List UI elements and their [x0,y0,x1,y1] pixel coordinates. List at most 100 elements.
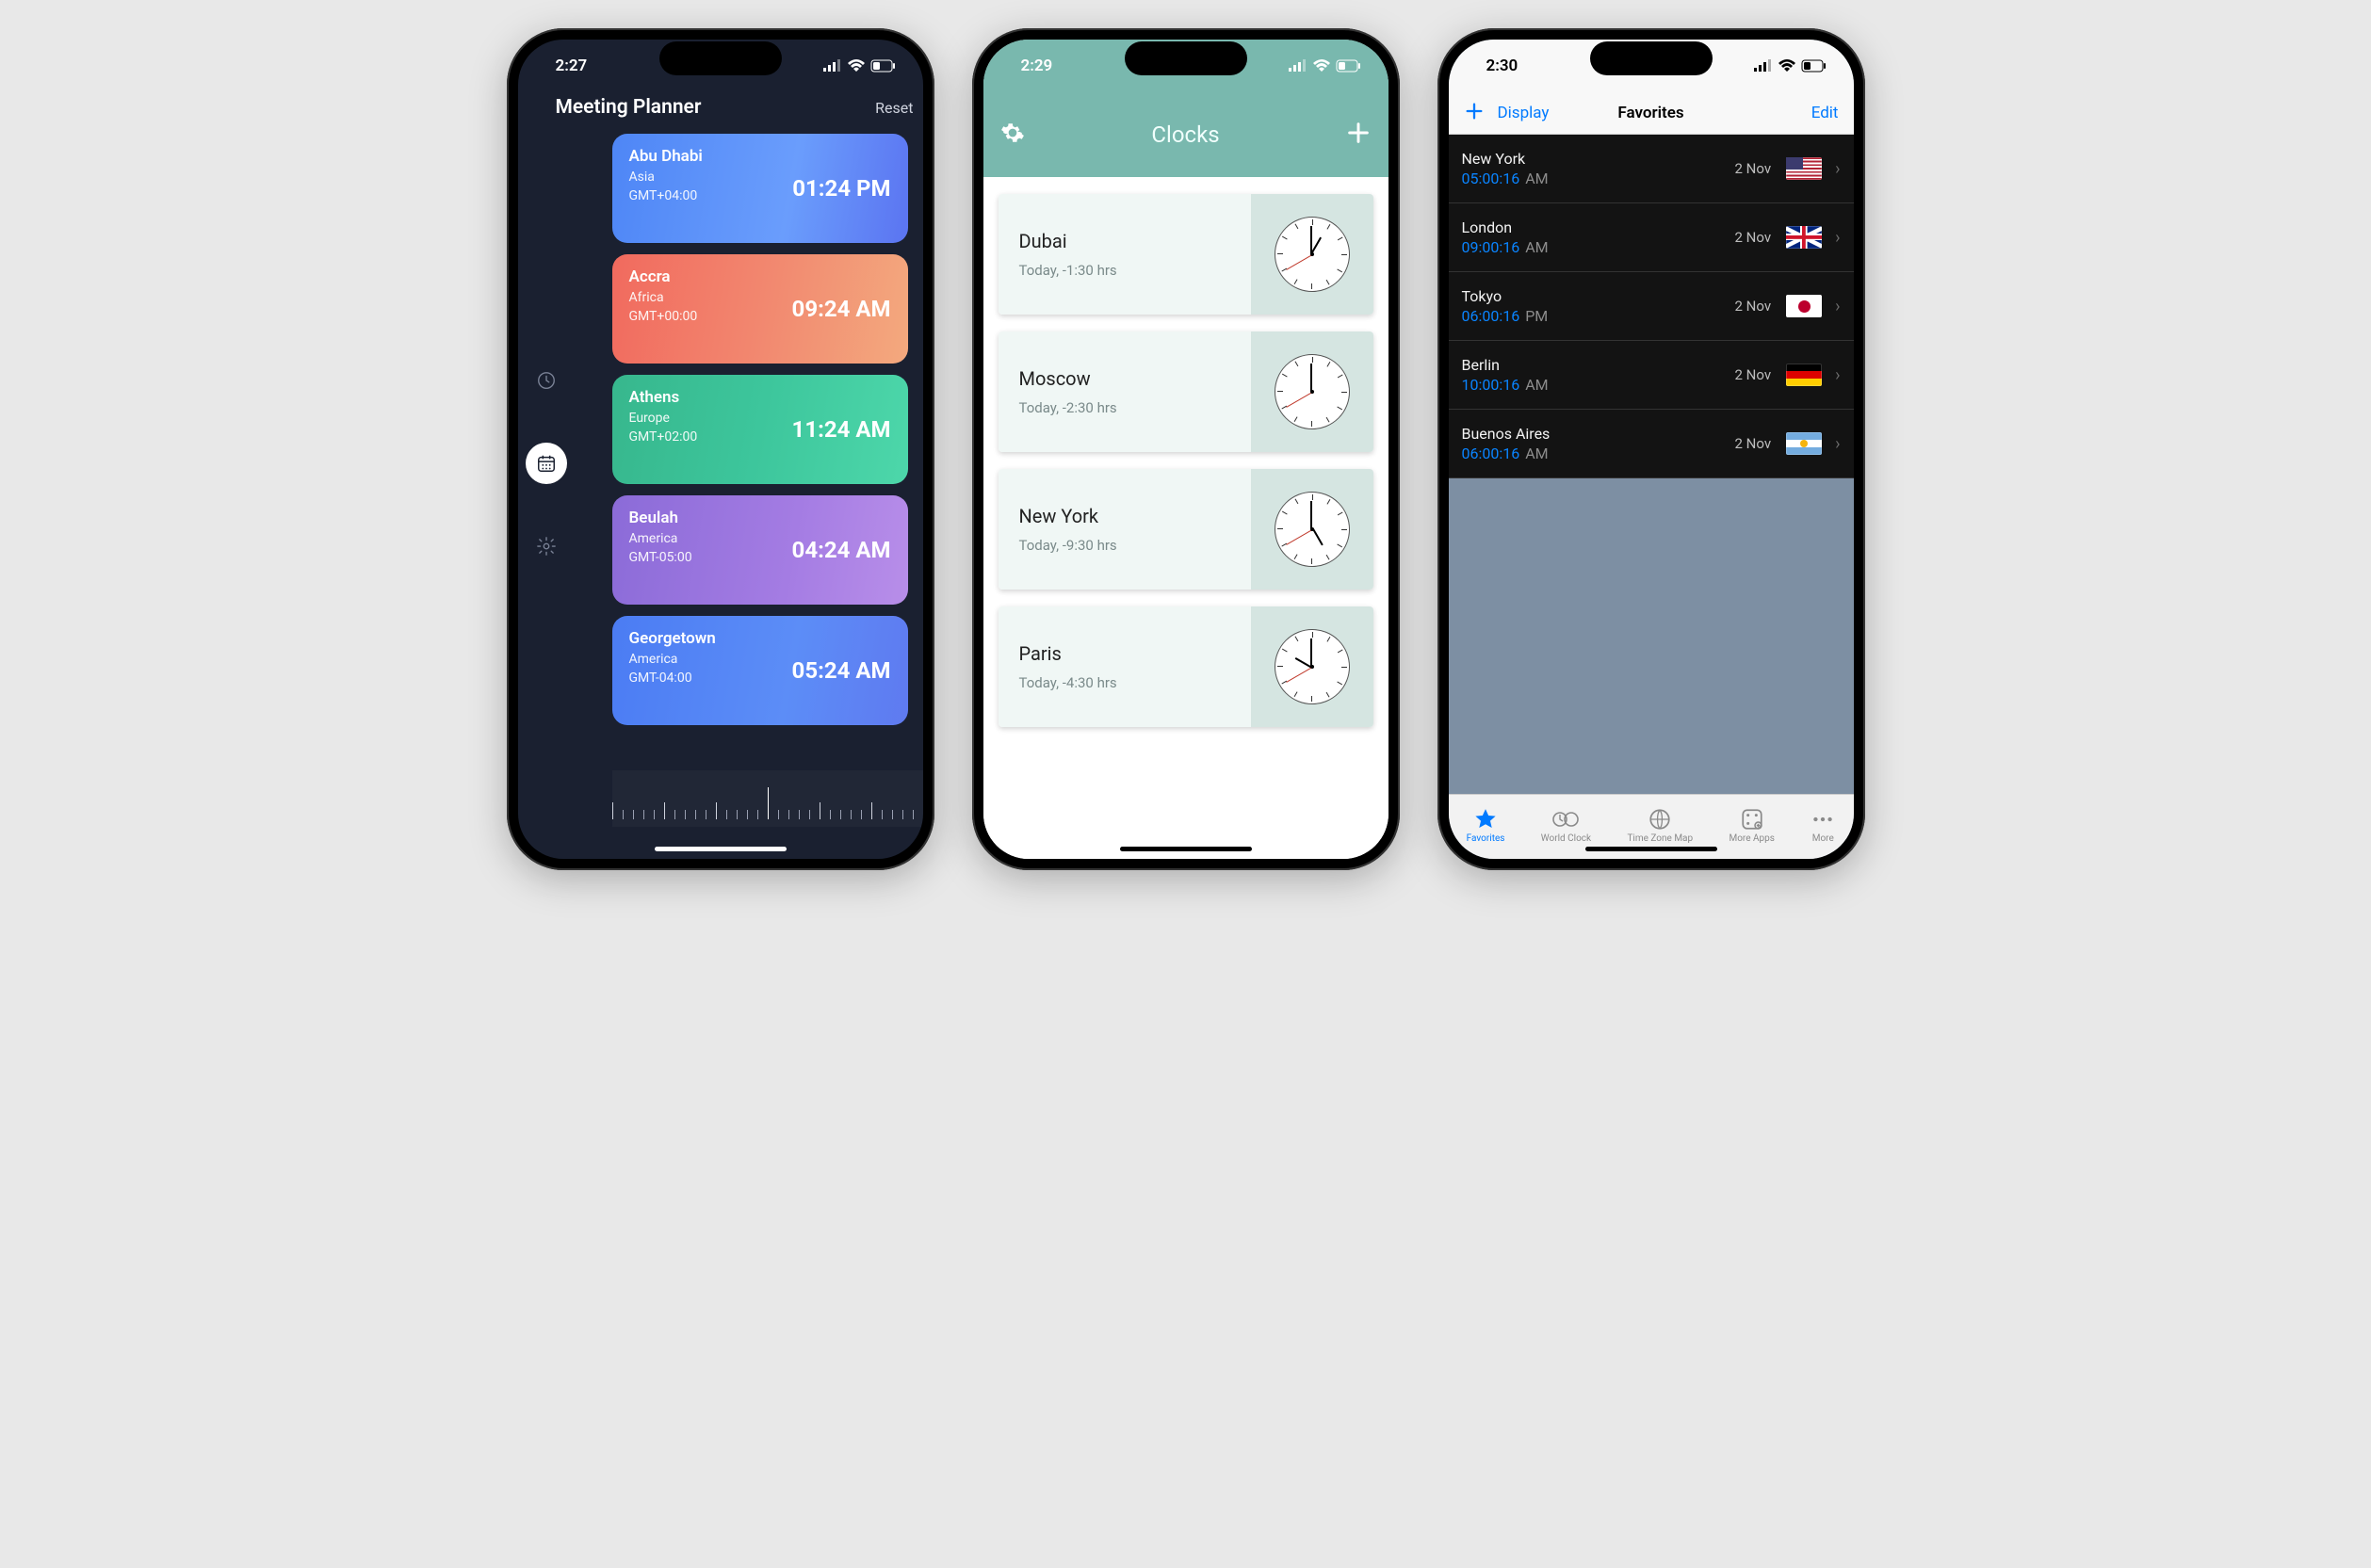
city-card-list: Abu DhabiAsiaGMT+04:0001:24 PM AccraAfric… [575,134,908,725]
nav-settings-button[interactable] [526,525,567,567]
tab-time-zone-map[interactable]: Time Zone Map [1627,807,1693,844]
clock-icon [536,370,557,391]
battery-icon [1801,59,1827,73]
tab-favorites[interactable]: Favorites [1467,807,1505,844]
status-time: 2:29 [1021,57,1053,75]
tab-more-apps[interactable]: More Apps [1729,807,1774,844]
status-time: 2:30 [1486,57,1518,75]
analog-clock [1251,331,1373,452]
home-indicator[interactable] [1585,847,1717,851]
phone-meeting-planner: 2:27 Meeting Planner Reset [507,28,934,870]
page-header: Meeting Planner Reset [518,92,923,134]
cellular-icon [823,59,842,73]
battery-icon [1336,59,1362,73]
city-time: 06:00:16PM [1462,307,1726,325]
status-icons [823,59,897,73]
city-card[interactable]: BeulahAmericaGMT-05:0004:24 AM [612,495,908,605]
date-label: 2 Nov [1735,160,1772,177]
favorite-row[interactable]: Berlin10:00:16AM2 Nov› [1449,341,1854,410]
favorite-row[interactable]: Buenos Aires06:00:16AM2 Nov› [1449,410,1854,478]
city-name: Moscow [1019,367,1230,390]
status-icons [1289,59,1362,73]
city-card[interactable]: AccraAfricaGMT+00:0009:24 AM [612,254,908,364]
city-card[interactable]: AthensEuropeGMT+02:0011:24 AM [612,375,908,484]
battery-icon [870,59,897,73]
city-time: 05:24 AM [792,657,891,684]
wifi-icon [1313,59,1330,73]
tab-more[interactable]: More [1811,807,1835,844]
city-name: Accra [629,267,891,286]
city-time: 01:24 PM [792,175,890,202]
cellular-icon [1289,59,1307,73]
city-name: Dubai [1019,230,1230,252]
city-time: 10:00:16AM [1462,376,1726,394]
edit-button[interactable]: Edit [1811,104,1839,122]
favorite-row[interactable]: Tokyo 06:00:16PM 2 Nov › [1449,272,1854,341]
date-label: 2 Nov [1735,298,1772,315]
calendar-icon [536,453,557,474]
phone-clocks: 2:29 Clocks Dubai Today, -1:30 hrs Moscow T… [972,28,1400,870]
favorite-row[interactable]: New York 05:00:16AM 2 Nov › [1449,135,1854,203]
status-icons [1754,59,1827,73]
date-label: 2 Nov [1735,435,1772,452]
gear-icon [536,536,557,557]
nav-calendar-button[interactable] [526,443,567,484]
clock-row[interactable]: Moscow Today, -2:30 hrs [999,331,1373,452]
city-time: 09:24 AM [792,296,891,322]
add-button[interactable] [1345,120,1372,150]
phone-favorites: 2:30 Display Favorites Edit New York 05:0… [1437,28,1865,870]
display-button[interactable]: Display [1498,104,1550,122]
add-button[interactable] [1464,101,1485,126]
gear-icon [1000,121,1025,145]
clock-row[interactable]: Paris Today, -4:30 hrs [999,606,1373,727]
tab-icon [1740,807,1764,832]
tab-label: Favorites [1467,833,1505,844]
offset-label: Today, -2:30 hrs [1019,399,1230,416]
city-time: 11:24 AM [792,416,891,443]
city-card[interactable]: Abu DhabiAsiaGMT+04:0001:24 PM [612,134,908,243]
offset-label: Today, -4:30 hrs [1019,674,1230,691]
city-time: 06:00:16AM [1462,445,1726,462]
nav-title: Clocks [983,121,1388,148]
status-time: 2:27 [556,57,588,75]
tab-world-clock[interactable]: World Clock [1541,807,1591,844]
chevron-right-icon: › [1835,297,1840,316]
favorite-row[interactable]: London09:00:16AM2 Nov› [1449,203,1854,272]
tab-icon [1811,807,1835,832]
empty-area [1449,478,1854,794]
home-indicator[interactable] [1120,847,1252,851]
favorites-list: New York05:00:16AM2 Nov›London09:00:16AM… [1449,135,1854,478]
date-label: 2 Nov [1735,229,1772,246]
chevron-right-icon: › [1835,365,1840,385]
city-card[interactable]: GeorgetownAmericaGMT-04:0005:24 AM [612,616,908,725]
analog-clock [1251,469,1373,590]
wifi-icon [1778,59,1795,73]
reset-button[interactable]: Reset [875,99,913,117]
clock-row[interactable]: Dubai Today, -1:30 hrs [999,194,1373,315]
city-name: Beulah [629,509,891,527]
settings-button[interactable] [1000,121,1025,149]
city-name: Athens [629,388,891,407]
offset-label: Today, -1:30 hrs [1019,262,1230,279]
tab-label: Time Zone Map [1627,833,1693,844]
clock-row[interactable]: New YorkToday, -9:30 hrs [999,469,1373,590]
city-time: 09:00:16AM [1462,238,1726,256]
date-label: 2 Nov [1735,366,1772,383]
chevron-right-icon: › [1835,159,1840,179]
city-time: 05:00:16AM [1462,170,1726,187]
page-title: Meeting Planner [556,96,702,119]
nav-clock-button[interactable] [526,360,567,401]
city-name: Paris [1019,642,1230,665]
city-name: Abu Dhabi [629,147,891,166]
home-indicator[interactable] [655,847,787,851]
city-name: Georgetown [629,629,891,648]
flag-icon [1786,432,1822,455]
time-ruler[interactable] [612,770,923,827]
city-name: Tokyo [1462,287,1726,305]
city-name: New York [1019,505,1230,527]
nav-bar: Display Favorites Edit [1449,92,1854,135]
cellular-icon [1754,59,1773,73]
city-name: New York [1462,150,1726,168]
clock-list: Dubai Today, -1:30 hrs Moscow Today, -2:30 … [983,177,1388,859]
flag-icon [1786,226,1822,249]
